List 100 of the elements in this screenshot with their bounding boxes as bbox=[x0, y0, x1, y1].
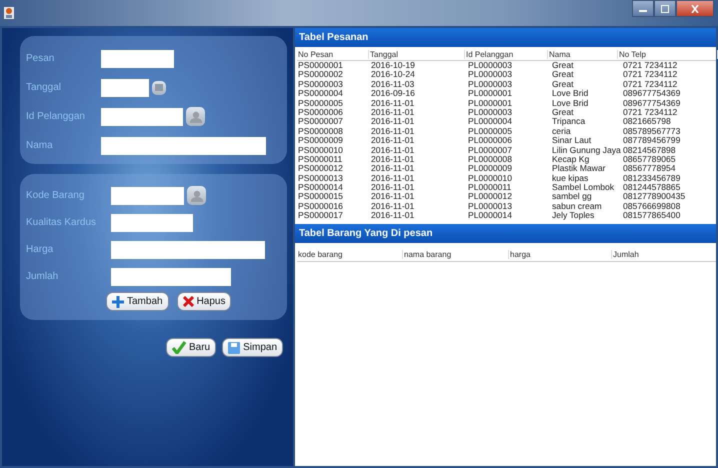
person-button[interactable] bbox=[187, 186, 206, 205]
table-row[interactable]: PS0000010 2016-11-01 PL0000007 Lilin Gunung Jaya 08214567898 bbox=[297, 146, 716, 155]
table-row[interactable]: PS0000005 2016-11-01 PL0000001 Love Brid 089677754369 bbox=[297, 98, 716, 108]
column-header[interactable]: kode barang bbox=[297, 250, 403, 260]
table-row[interactable]: PS0000009 2016-11-01 PL0000006 Sinar Laut 087789456799 bbox=[297, 136, 716, 146]
delete-icon bbox=[182, 296, 194, 307]
input-field[interactable] bbox=[101, 50, 174, 68]
table-row[interactable]: PS0000017 2016-11-01 PL0000014 Jely Toples 081577865400 bbox=[297, 211, 716, 221]
table-cell-text: 08214567898 bbox=[622, 146, 677, 155]
field-label: Nama bbox=[26, 140, 54, 151]
column-header[interactable]: Nama bbox=[548, 50, 618, 59]
table-cell-text: PL0000005 bbox=[467, 126, 513, 136]
table-cell-text: Great bbox=[551, 70, 574, 80]
table-cell: Lilin Gunung Jaya bbox=[551, 146, 622, 155]
field-label: Jumlah bbox=[26, 271, 60, 282]
table-cell-text: 2016-11-01 bbox=[370, 164, 416, 174]
field-label: Kualitas Kardus bbox=[26, 217, 98, 228]
delete-button[interactable]: Hapus bbox=[176, 292, 232, 311]
new-button[interactable]: Baru bbox=[166, 338, 216, 357]
column-header[interactable]: nama barang bbox=[403, 250, 509, 260]
table-cell-text: 087789456799 bbox=[622, 136, 682, 146]
table-cell-text: Sinar Laut bbox=[551, 136, 592, 146]
input-field[interactable] bbox=[111, 240, 265, 258]
column-header[interactable]: harga bbox=[509, 250, 612, 260]
maximize-button[interactable] bbox=[654, 0, 676, 17]
table-cell-text: Jely Toples bbox=[551, 211, 596, 221]
add-button[interactable]: Tambah bbox=[106, 292, 169, 311]
table-cell-text: PS0000014 bbox=[297, 183, 344, 192]
person-button[interactable] bbox=[186, 107, 205, 126]
table-row[interactable]: PS0000012 2016-11-01 PL0000009 Plastik Mawar 08567778954 bbox=[297, 164, 716, 174]
table-cell-text: PS0000002 bbox=[297, 70, 344, 80]
table-cell-text: 081233456789 bbox=[622, 174, 682, 184]
save-button[interactable]: Simpan bbox=[222, 338, 283, 357]
input-field[interactable] bbox=[111, 214, 193, 232]
table-row[interactable]: PS0000001 2016-10-19 PL0000003 Great 0721 7234112 bbox=[297, 61, 716, 70]
table-cell-text: PS0000001 bbox=[297, 61, 344, 70]
input-field[interactable] bbox=[101, 136, 266, 154]
table-cell-text: PL0000014 bbox=[467, 211, 513, 221]
table-cell-text: 089677754369 bbox=[622, 98, 682, 108]
table-cell-text: PS0000015 bbox=[297, 192, 344, 202]
table-cell-text: 2016-11-01 bbox=[370, 202, 416, 212]
table-cell-text: PL0000001 bbox=[467, 98, 513, 108]
table-cell-text: PS0000006 bbox=[297, 108, 344, 118]
table-row[interactable]: PS0000011 2016-11-01 PL0000008 Kecap Kg 08657789065 bbox=[297, 154, 716, 164]
column-header[interactable]: Tanggal bbox=[369, 50, 465, 59]
table-row[interactable]: PS0000016 2016-11-01 PL0000013 sabun cream 085766699808 bbox=[297, 202, 716, 212]
square-icon bbox=[155, 84, 163, 91]
plus-icon bbox=[112, 296, 124, 308]
table-cell-text: PS0000003 bbox=[297, 80, 344, 90]
column-header[interactable]: Id Pelanggan bbox=[465, 50, 548, 59]
table-row[interactable]: PS0000015 2016-11-01 PL0000012 sambel gg 0812778900435 bbox=[297, 192, 716, 202]
table-cell-text: PL0000006 bbox=[467, 136, 513, 146]
table-cell-text: PL0000003 bbox=[467, 80, 513, 90]
table-cell-text: sabun cream bbox=[551, 202, 603, 212]
table-row[interactable]: PS0000002 2016-10-24 PL0000003 Great 0721 7234112 bbox=[297, 70, 716, 80]
field-label: Pesan bbox=[26, 53, 56, 64]
input-field[interactable] bbox=[111, 268, 231, 286]
person-icon bbox=[190, 190, 204, 202]
table-cell-text: PL0000011 bbox=[467, 183, 512, 192]
close-button[interactable] bbox=[676, 0, 714, 17]
table-cell-text: PS0000008 bbox=[297, 126, 344, 136]
input-field[interactable] bbox=[101, 108, 183, 126]
table-cell-text: 2016-11-01 bbox=[370, 117, 416, 127]
table-cell-text: PS0000004 bbox=[297, 89, 344, 99]
table-cell-text: Great bbox=[551, 108, 574, 118]
table-cell-text: 2016-10-24 bbox=[370, 70, 416, 80]
table-cell-text: PL0000008 bbox=[467, 154, 513, 164]
table-row[interactable]: PS0000006 2016-11-01 PL0000003 Great 0721 7234112 bbox=[297, 108, 716, 118]
column-header[interactable]: No Pesan bbox=[297, 50, 369, 59]
table-cell-text: PS0000009 bbox=[297, 136, 344, 146]
table-cell-text: PS0000010 bbox=[297, 146, 344, 155]
calendar-button[interactable] bbox=[152, 80, 166, 94]
table-cell-text: Great bbox=[551, 80, 574, 90]
table-cell-text: PL0000013 bbox=[467, 202, 513, 212]
table-row[interactable]: PS0000014 2016-11-01 PL0000011 Sambel Lombok 081244578865 bbox=[297, 183, 716, 192]
table-row[interactable]: PS0000013 2016-11-01 PL0000010 kue kipas 081233456789 bbox=[297, 174, 716, 184]
app-icon bbox=[4, 7, 14, 19]
table-cell-text: 0721 7234112 bbox=[622, 61, 678, 70]
column-header[interactable]: Jumlah bbox=[612, 250, 718, 260]
column-header[interactable]: No Telp bbox=[618, 50, 718, 59]
maximize-icon bbox=[660, 4, 670, 12]
table-cell-text: Plastik Mawar bbox=[551, 164, 606, 174]
table-cell-text: PS0000007 bbox=[297, 117, 344, 127]
table-cell-text: PL0000009 bbox=[467, 164, 513, 174]
table-row[interactable]: PS0000004 2016-09-16 PL0000001 Love Brid 089677754369 bbox=[297, 89, 716, 99]
input-field[interactable] bbox=[111, 186, 184, 204]
table-title: Tabel Pesanan bbox=[299, 32, 368, 43]
minimize-button[interactable] bbox=[632, 0, 654, 17]
input-field[interactable] bbox=[101, 78, 149, 96]
table-row[interactable]: PS0000003 2016-11-03 PL0000003 Great 0721 7234112 bbox=[297, 80, 716, 90]
table-cell-text: PS0000016 bbox=[297, 202, 344, 212]
table-cell-text: 2016-09-16 bbox=[370, 89, 416, 99]
table-cell-text: PS0000012 bbox=[297, 164, 344, 174]
table-cell-text: 08567778954 bbox=[622, 164, 677, 174]
table-cell-text: 0721 7234112 bbox=[622, 70, 678, 80]
table-cell-text: 0721 7234112 bbox=[622, 108, 678, 118]
table-cell-text: PS0000017 bbox=[297, 211, 344, 221]
table-cell-text: PL0000003 bbox=[467, 61, 513, 70]
table-row[interactable]: PS0000007 2016-11-01 PL0000004 Tripanca 0821665798 bbox=[297, 117, 716, 127]
table-row[interactable]: PS0000008 2016-11-01 PL0000005 ceria 085789567773 bbox=[297, 126, 716, 136]
